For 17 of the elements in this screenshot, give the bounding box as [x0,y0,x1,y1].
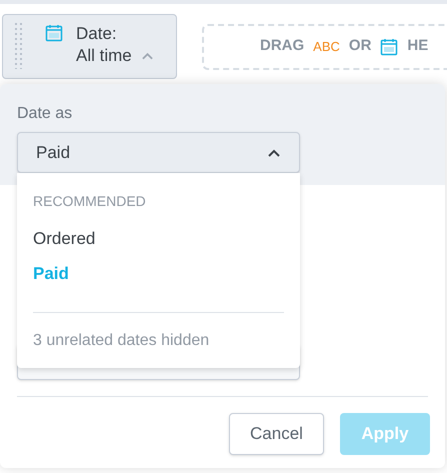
drop-zone[interactable]: DRAG ABC OR HE [202,24,447,70]
date-select[interactable]: Paid [17,132,300,173]
hidden-dates-note: 3 unrelated dates hidden [33,331,210,351]
cancel-button[interactable]: Cancel [229,413,324,455]
attribute-label: ABC [313,38,340,56]
drop-hint: HE [407,36,428,56]
field-label: Date as [17,104,74,124]
calendar-icon [380,38,398,56]
date-filter-button[interactable]: Date: All time [2,14,177,79]
menu-heading: RECOMMENDED [33,192,147,211]
drop-hint: OR [348,36,372,56]
menu-item[interactable]: Ordered [33,226,284,261]
drag-handle-icon [15,21,23,69]
filter-value: All time [76,45,132,67]
filter-label: Date: [76,23,118,45]
calendar-icon [45,24,63,42]
drop-hint: DRAG [260,36,304,56]
